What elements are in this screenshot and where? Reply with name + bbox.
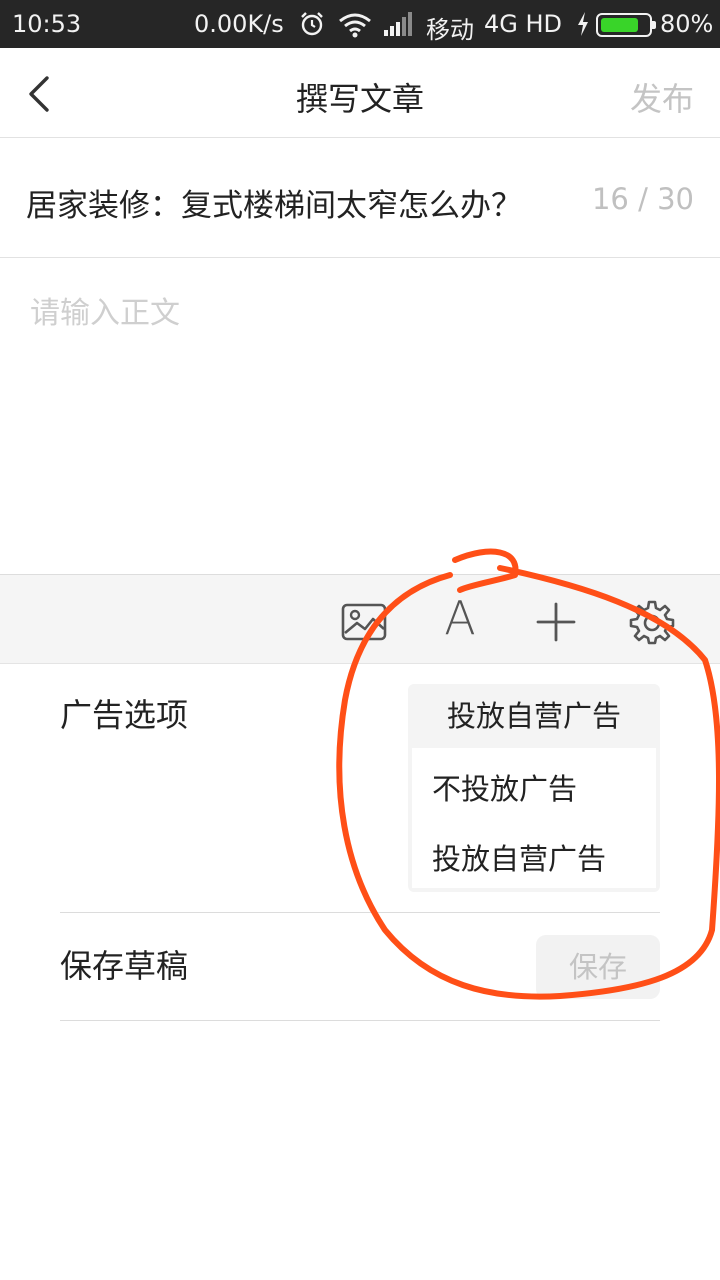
save-draft-row: 保存草稿 保存: [60, 913, 660, 1021]
editor-toolbar: A: [0, 574, 720, 664]
ad-options-label: 广告选项: [60, 696, 189, 734]
title-char-counter: 16 / 30: [591, 182, 694, 216]
gear-icon[interactable]: [629, 599, 675, 645]
page-title: 撰写文章: [295, 80, 424, 118]
wifi-icon: [338, 12, 372, 44]
ad-options-dropdown[interactable]: 投放自营广告 不投放广告 投放自营广告: [408, 684, 660, 892]
body-placeholder: 请输入正文: [30, 296, 180, 331]
article-title-input[interactable]: 居家装修：复式楼梯间太窄怎么办？: [26, 180, 522, 225]
ad-option-none[interactable]: 不投放广告: [432, 766, 577, 808]
plus-icon[interactable]: [533, 599, 579, 645]
status-time: 10:53: [12, 10, 82, 38]
charging-icon: [576, 12, 590, 42]
status-speed: 0.00K/s: [194, 10, 284, 38]
alarm-icon: [298, 10, 326, 44]
status-network: 4G HD: [484, 10, 563, 38]
font-icon[interactable]: A: [437, 595, 483, 641]
signal-icon: [384, 12, 414, 42]
status-carrier: 移动: [426, 16, 474, 44]
ad-option-self[interactable]: 投放自营广告: [432, 836, 606, 878]
image-icon[interactable]: [341, 599, 387, 645]
ad-options-selected[interactable]: 投放自营广告: [408, 684, 660, 748]
save-draft-label: 保存草稿: [60, 947, 189, 985]
status-battery-pct: 80%: [660, 10, 714, 38]
battery-level: [601, 18, 638, 32]
status-bar: 10:53 0.00K/s 移动 4G HD 80%: [0, 0, 720, 48]
ad-options-list: 不投放广告 投放自营广告: [412, 748, 656, 888]
nav-bar: 撰写文章 发布: [0, 48, 720, 138]
battery-icon: [596, 13, 656, 37]
article-body-input[interactable]: 请输入正文: [0, 258, 720, 574]
ad-options-row: 广告选项 投放自营广告 不投放广告 投放自营广告: [60, 664, 660, 913]
article-title-row[interactable]: 居家装修：复式楼梯间太窄怎么办？ 16 / 30: [0, 138, 720, 258]
publish-button[interactable]: 发布: [630, 74, 694, 120]
save-button[interactable]: 保存: [536, 935, 660, 999]
